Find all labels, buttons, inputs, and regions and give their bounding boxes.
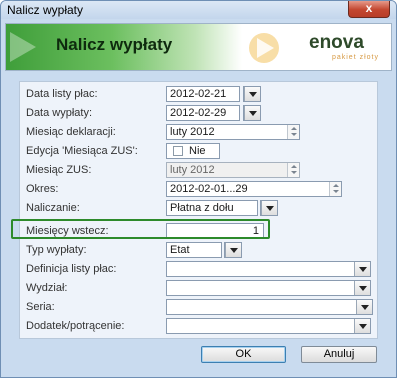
label-definicja-listy-plac: Definicja listy płac:	[26, 263, 117, 275]
label-wydzial: Wydział:	[26, 282, 68, 294]
row-naliczanie: Naliczanie: Płatna z dołu	[20, 200, 379, 216]
label-miesiac-zus: Miesiąc ZUS:	[26, 164, 92, 176]
row-miesiac-deklaracji: Miesiąc deklaracji: luty 2012	[20, 124, 379, 140]
form-panel: Data listy płac: 2012-02-21 Data wypłaty…	[19, 81, 378, 339]
naliczanie-dropdown[interactable]	[260, 200, 278, 216]
miesiac-deklaracji-field[interactable]: luty 2012	[166, 124, 300, 140]
edycja-miesiaca-zus-checkbox[interactable]	[173, 146, 183, 156]
label-naliczanie: Naliczanie:	[26, 202, 80, 214]
label-okres: Okres:	[26, 183, 59, 195]
chevron-down-icon	[354, 262, 370, 276]
chevron-down-icon	[354, 319, 370, 333]
highlight-frame	[11, 219, 270, 239]
typ-wyplaty-value: Etat	[170, 244, 190, 256]
data-listy-plac-field[interactable]: 2012-02-21	[166, 86, 240, 102]
label-miesiac-deklaracji: Miesiąc deklaracji:	[26, 126, 116, 138]
okres-value: 2012-02-01...29	[170, 183, 248, 195]
data-listy-plac-dropdown[interactable]	[243, 86, 261, 102]
dodatek-potracenie-select[interactable]	[166, 318, 371, 334]
typ-wyplaty-dropdown[interactable]	[224, 242, 242, 258]
chevron-down-icon	[225, 243, 241, 257]
wydzial-select[interactable]	[166, 280, 371, 296]
row-miesiac-zus: Miesiąc ZUS: luty 2012	[20, 162, 379, 178]
chevron-down-icon	[244, 106, 260, 120]
data-listy-plac-value: 2012-02-21	[170, 88, 227, 100]
window-title: Nalicz wypłaty	[7, 3, 84, 17]
data-wyplaty-field[interactable]: 2012-02-29	[166, 105, 240, 121]
row-data-wyplaty: Data wypłaty: 2012-02-29	[20, 105, 379, 121]
chevron-down-icon	[244, 87, 260, 101]
okres-field[interactable]: 2012-02-01...29	[166, 181, 342, 197]
naliczanie-select[interactable]: Płatna z dołu	[166, 200, 258, 216]
naliczanie-value: Płatna z dołu	[170, 202, 234, 214]
chevron-down-icon	[261, 201, 277, 215]
banner-decoration-icon	[249, 33, 279, 63]
label-data-listy-plac: Data listy płac:	[26, 88, 98, 100]
chevron-down-icon	[356, 300, 372, 314]
label-seria: Seria:	[26, 301, 55, 313]
edycja-miesiaca-zus-toggle[interactable]: Nie	[166, 143, 220, 159]
logo-text: enova	[309, 32, 364, 53]
miesiac-zus-spinner[interactable]	[287, 163, 299, 177]
typ-wyplaty-select[interactable]: Etat	[166, 242, 222, 258]
title-bar[interactable]: Nalicz wypłaty x	[1, 1, 396, 19]
definicja-listy-plac-select[interactable]	[166, 261, 371, 277]
row-dodatek-potracenie: Dodatek/potrącenie:	[20, 318, 379, 334]
okres-spinner[interactable]	[329, 182, 341, 196]
edycja-miesiaca-zus-value: Nie	[189, 145, 206, 157]
label-dodatek-potracenie: Dodatek/potrącenie:	[26, 320, 125, 332]
logo-subtitle: pakiet złoty	[331, 54, 379, 61]
miesiac-zus-value: luty 2012	[170, 164, 215, 176]
close-button[interactable]: x	[348, 1, 390, 18]
label-typ-wyplaty: Typ wypłaty:	[26, 244, 87, 256]
seria-select[interactable]	[166, 299, 373, 315]
row-edycja-miesiaca-zus: Edycja 'Miesiąca ZUS': Nie	[20, 143, 379, 159]
row-wydzial: Wydział:	[20, 280, 379, 296]
chevron-down-icon	[354, 281, 370, 295]
label-edycja-miesiaca-zus: Edycja 'Miesiąca ZUS':	[26, 145, 138, 157]
miesiac-zus-field[interactable]: luty 2012	[166, 162, 300, 178]
row-definicja-listy-plac: Definicja listy płac:	[20, 261, 379, 277]
data-wyplaty-dropdown[interactable]	[243, 105, 261, 121]
ok-button[interactable]: OK	[201, 346, 286, 363]
data-wyplaty-value: 2012-02-29	[170, 107, 227, 119]
dialog-window: Nalicz wypłaty x Nalicz wypłaty enova pa…	[0, 0, 397, 378]
row-seria: Seria:	[20, 299, 379, 315]
row-typ-wyplaty: Typ wypłaty: Etat	[20, 242, 379, 258]
miesiac-deklaracji-value: luty 2012	[170, 126, 215, 138]
row-okres: Okres: 2012-02-01...29	[20, 181, 379, 197]
cancel-button[interactable]: Anuluj	[301, 346, 377, 363]
row-data-listy-plac: Data listy płac: 2012-02-21	[20, 86, 379, 102]
miesiac-deklaracji-spinner[interactable]	[287, 125, 299, 139]
banner-arrow-icon	[10, 32, 36, 62]
banner-title: Nalicz wypłaty	[56, 35, 173, 54]
label-data-wyplaty: Data wypłaty:	[26, 107, 93, 119]
enova-logo: enova pakiet złoty	[309, 32, 381, 64]
header-banner: Nalicz wypłaty enova pakiet złoty	[5, 23, 392, 71]
